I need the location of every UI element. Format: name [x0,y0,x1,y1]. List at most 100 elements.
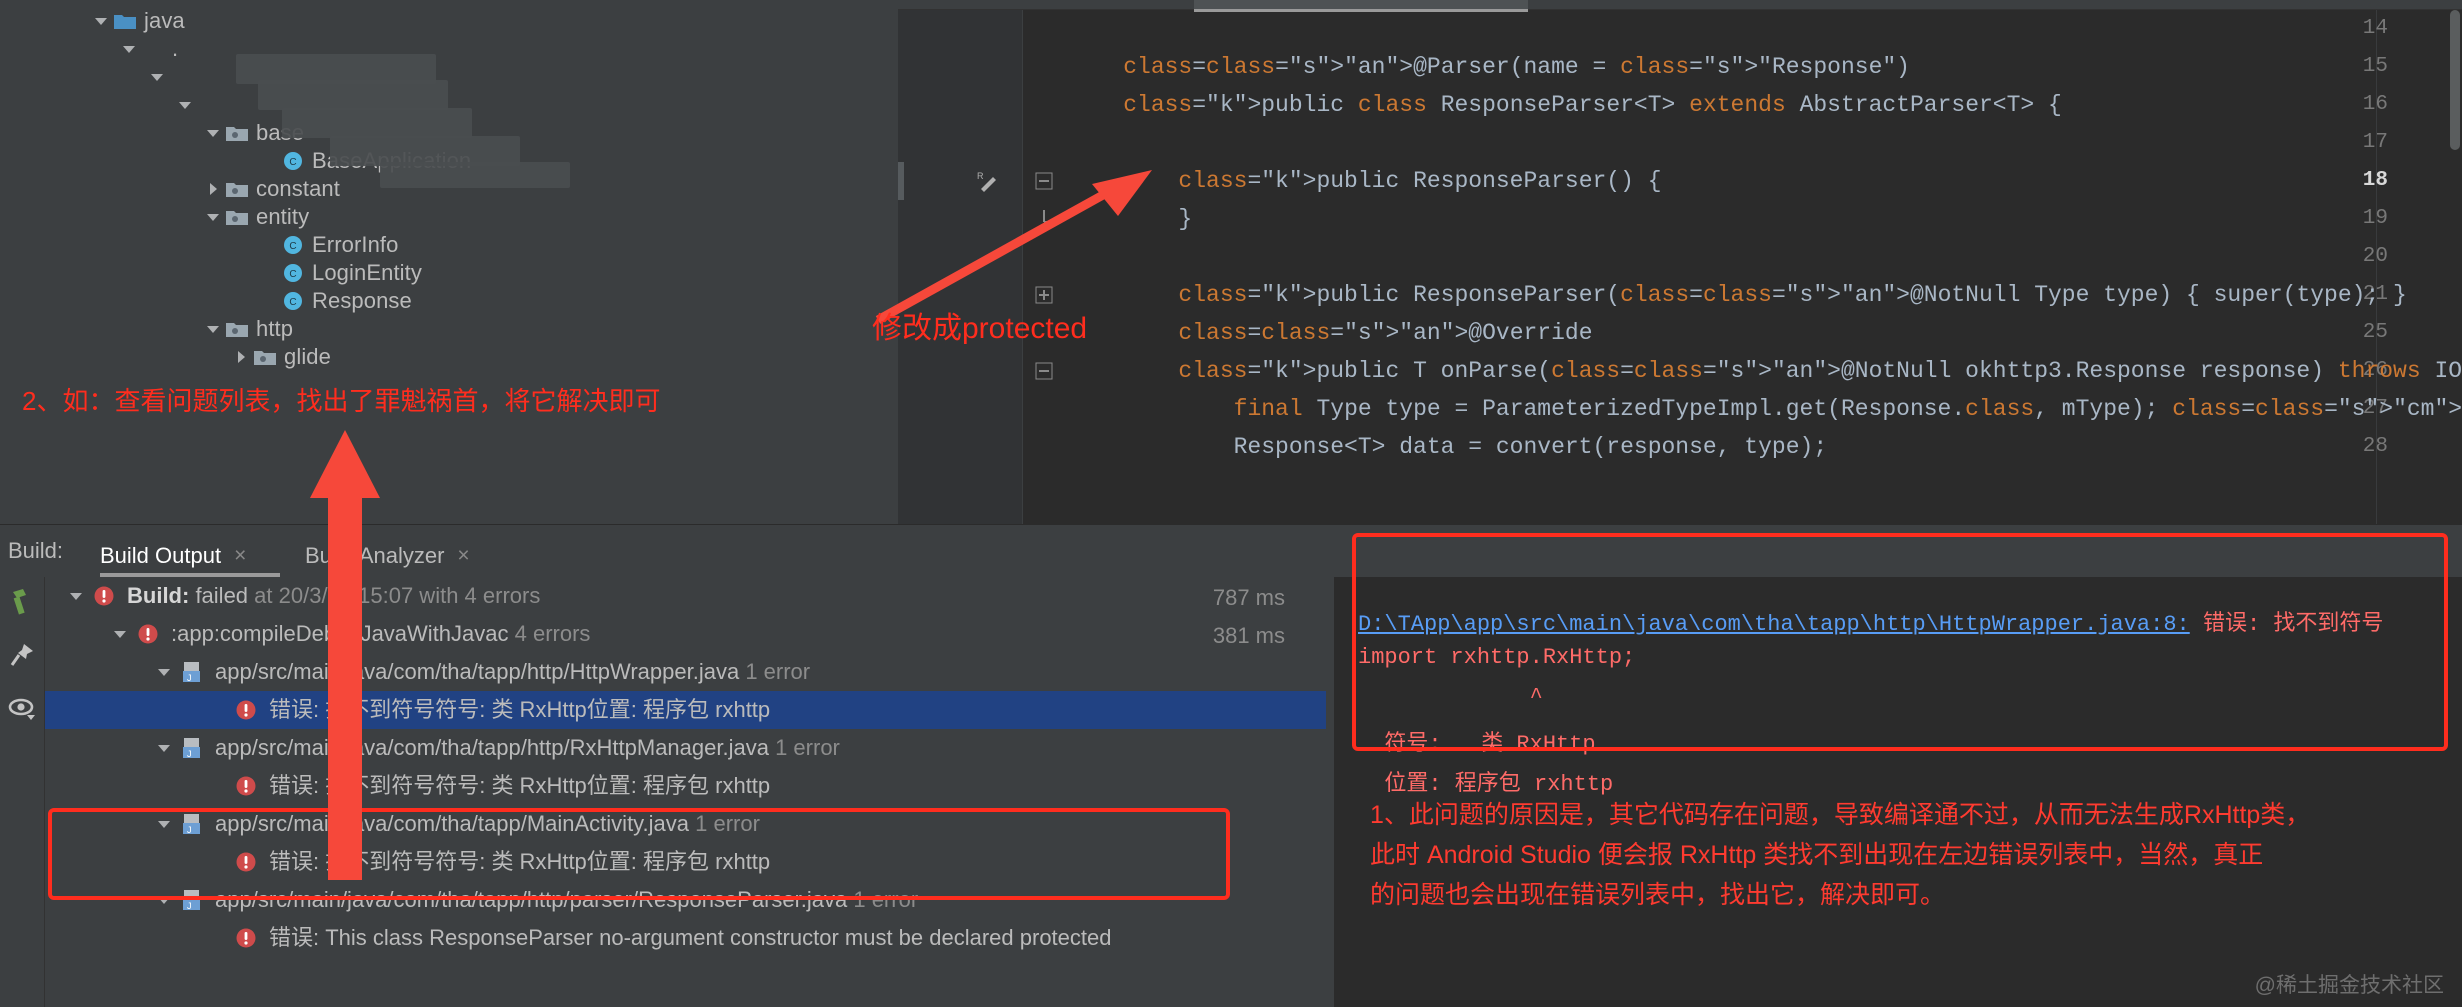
tree-item-label: glide [284,344,331,369]
editor-tab-active[interactable] [1194,0,1528,12]
code-editor-pane[interactable]: 14 15 class=class="s">"an">@Parser(name =… [898,0,2462,524]
annotation-bottom-line-3: 的问题也会出现在错误列表中，找出它，解决即可。 [1370,881,1946,909]
build-output-tree[interactable]: Build: failed at 20/3/23 15:07 with 4 er… [45,577,1326,1007]
build-panel-title: Build: [8,538,64,563]
line-number: 20 [2362,245,2388,268]
code-line[interactable]: class="k">public ResponseParser(class=cl… [1068,276,2406,314]
tree-item-label: ErrorInfo [312,232,399,257]
line-number: 25 [2362,321,2388,344]
build-output-row[interactable]: Japp/src/main/java/com/tha/tapp/http/Htt… [45,653,1326,691]
build-output-row-label: 错误: 找不到符号符号: 类 RxHttp位置: 程序包 rxhttp [269,773,771,798]
svg-text:C: C [289,297,296,308]
editor-scrollbar[interactable] [2450,10,2460,150]
code-line[interactable]: class="k">public ResponseParser() { [1068,162,1661,200]
run-gutter-icon[interactable]: R [974,162,1002,200]
top-area: java.baseCBaseApplicationconstantentityC… [0,0,2462,524]
annotation-bottom-line-1: 1、此问题的原因是，其它代码存在问题，导致编译通不过，从而无法生成RxHttp类… [1370,801,2311,829]
folder-pkg-icon [252,338,278,376]
java-file-icon: J [177,653,207,691]
chevron-down-icon[interactable] [202,198,224,236]
build-output-row[interactable]: Japp/src/main/java/com/tha/tapp/http/RxH… [45,729,1326,767]
pin-icon[interactable] [6,639,38,671]
folder-pkg-icon [224,198,250,236]
tab-build-analyzer[interactable]: Build Analyzer × [305,535,470,577]
code-line[interactable]: final Type type = ParameterizedTypeImpl.… [1068,390,2462,428]
annotation-editor-note: 修改成protected [872,312,1088,345]
build-output-row[interactable]: Build: failed at 20/3/23 15:07 with 4 er… [45,577,1326,615]
annotation-bottom-note: 1、此问题的原因是，其它代码存在问题，导致编译通不过，从而无法生成RxHttp类… [1370,795,2450,915]
eye-icon[interactable] [6,693,38,725]
chevron-right-icon[interactable] [230,338,252,376]
redaction-blob [258,80,448,110]
build-output-row-label: 错误: This class ResponseParser no-argumen… [269,925,1112,950]
build-output-row-label: :app:compileDebugJavaWithJavac 4 errors [171,621,591,646]
build-row-duration: 787 ms [1212,585,1285,610]
chevron-down-icon[interactable] [151,653,177,691]
build-output-row[interactable]: 错误: 找不到符号符号: 类 RxHttp位置: 程序包 rxhttp [45,767,1326,805]
fold-plus-icon[interactable] [1032,276,1056,314]
chevron-down-icon[interactable] [118,30,140,68]
hammer-icon[interactable] [6,585,38,617]
line-number: 17 [2362,131,2388,154]
code-line[interactable]: class=class="s">"an">@Override [1068,314,1592,352]
editor-tab-bar[interactable] [898,0,2462,12]
tab-build-analyzer-label: Build Analyzer [305,543,445,568]
svg-text:J: J [187,673,192,683]
chevron-down-icon[interactable] [151,729,177,767]
build-output-row[interactable]: 错误: 找不到符号符号: 类 RxHttp位置: 程序包 rxhttp [45,691,1326,729]
tab-build-output[interactable]: Build Output × [100,535,246,577]
svg-text:C: C [289,269,296,280]
build-output-row-label: app/src/main/java/com/tha/tapp/http/RxHt… [215,735,840,760]
line-number: 15 [2362,55,2388,78]
build-output-row-label: app/src/main/java/com/tha/tapp/http/Http… [215,659,811,684]
project-tree-pane[interactable]: java.baseCBaseApplicationconstantentityC… [0,0,898,524]
annotation-bottom-line-2: 此时 Android Studio 便会报 RxHttp 类找不到出现在左边错误… [1370,841,2264,869]
fold-end-icon[interactable] [1032,200,1056,238]
editor-tab[interactable] [1534,0,1784,9]
watermark: @稀土掘金技术社区 [2254,974,2444,997]
annotation-tree-note: 2、如：查看问题列表，找出了罪魁祸首，将它解决即可 [22,386,661,416]
build-output-row[interactable]: 错误: This class ResponseParser no-argumen… [45,919,1326,957]
build-output-row-label: Build: failed at 20/3/23 15:07 with 4 er… [127,583,541,608]
chevron-down-icon[interactable] [63,577,89,615]
tree-item-label: Response [312,288,412,313]
chevron-down-icon[interactable] [146,58,168,96]
code-line[interactable]: class=class="s">"an">@Parser(name = clas… [1068,48,1910,86]
close-icon[interactable]: × [234,544,246,568]
build-output-row[interactable]: :app:compileDebugJavaWithJavac 4 errors [45,615,1326,653]
svg-text:C: C [289,157,296,168]
editor-tab[interactable] [898,0,1188,9]
svg-text:J: J [187,901,192,911]
line-number: 16 [2362,93,2388,116]
chevron-down-icon[interactable] [174,86,196,124]
error-icon [231,767,261,805]
tab-build-output-label: Build Output [100,543,222,568]
error-icon [231,691,261,729]
code-line[interactable]: class="k">public T onParse(class=class="… [1068,352,2462,390]
error-detail-text: 位置: 程序包 rxhttp [1358,772,1614,797]
tree-item-label: LoginEntity [312,260,422,285]
editor-gutter[interactable] [898,10,1023,524]
fold-minus-icon[interactable] [1032,352,1056,390]
code-line[interactable]: Response<T> data = convert(response, typ… [1068,428,1828,466]
chevron-down-icon[interactable] [107,615,133,653]
line-number: 28 [2362,435,2388,458]
svg-text:J: J [187,749,192,759]
code-line[interactable]: class="k">public class ResponseParser<T>… [1068,86,2062,124]
java-file-icon: J [177,729,207,767]
tree-item-glide[interactable]: glide [230,338,331,376]
build-panel-toolbar [0,577,45,1007]
svg-text:R: R [977,171,984,181]
tree-item-label: entity [256,204,310,229]
highlight-box-error-detail [1352,533,2448,751]
chevron-down-icon[interactable] [90,2,112,40]
line-number: 18 [2362,169,2388,192]
chevron-down-icon[interactable] [202,310,224,348]
fold-minus-icon[interactable] [1032,162,1056,200]
close-icon[interactable]: × [457,544,469,568]
highlight-box-responseparser-row [48,808,1230,900]
tree-item-label: http [256,316,294,341]
chevron-down-icon[interactable] [202,114,224,152]
code-line[interactable]: } [1068,200,1192,238]
